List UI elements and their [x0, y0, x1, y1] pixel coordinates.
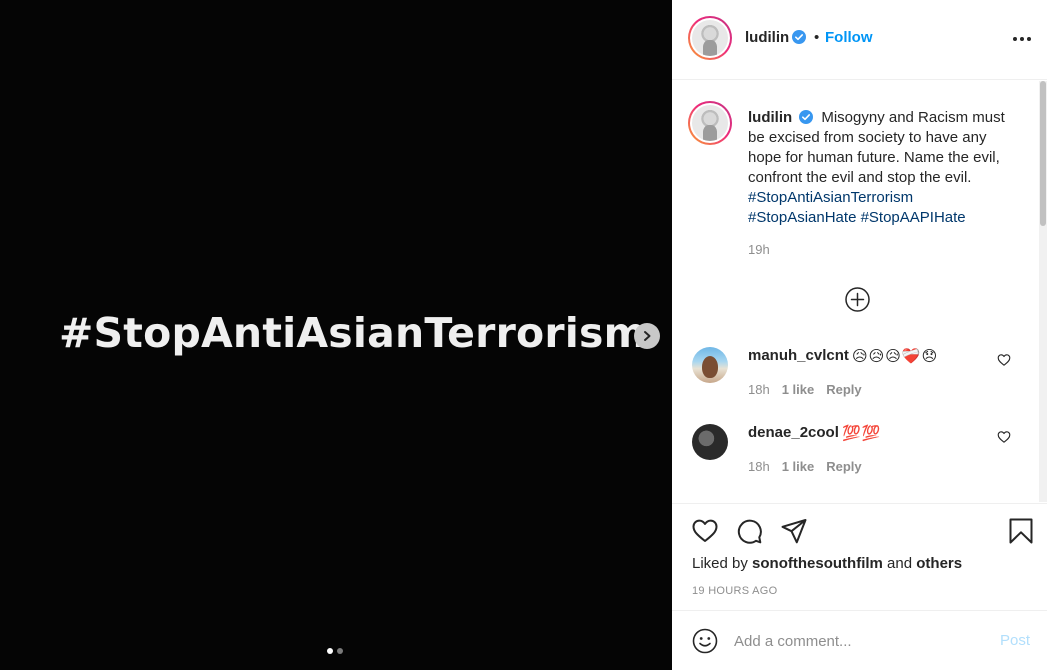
comment-username[interactable]: denae_2cool: [748, 424, 839, 441]
comment-likes[interactable]: 1 like: [782, 382, 815, 397]
author-username-row: ludilin: [745, 29, 807, 47]
comment-likes[interactable]: 1 like: [782, 459, 815, 474]
header-separator: •: [814, 29, 820, 46]
commenter-avatar[interactable]: [692, 424, 728, 460]
emoji-smiley-icon[interactable]: [692, 628, 718, 654]
reply-button[interactable]: Reply: [826, 382, 861, 397]
follow-button[interactable]: Follow: [825, 29, 873, 46]
load-more-comments-icon[interactable]: [844, 286, 871, 313]
slide-dot-active: [327, 648, 333, 654]
chevron-right-icon: [644, 331, 651, 341]
comment-meta: 18h 1 like Reply: [748, 459, 862, 474]
verified-badge-icon: [799, 110, 814, 124]
more-dot: [1020, 37, 1024, 41]
more-dot: [1027, 37, 1031, 41]
comment-bubble-icon[interactable]: [735, 517, 763, 545]
post-caption: ludilin Misogyny and Racism must be exci…: [748, 108, 1016, 228]
more-dot: [1013, 37, 1017, 41]
like-comment-heart-icon[interactable]: [997, 430, 1011, 444]
post-timestamp[interactable]: 19 HOURS AGO: [692, 585, 778, 597]
slide-indicator: [327, 648, 343, 654]
post-comment-button[interactable]: Post: [1000, 632, 1030, 649]
comment-time[interactable]: 18h: [748, 382, 770, 397]
comment-text: 💯💯: [842, 425, 882, 442]
author-username[interactable]: ludilin: [745, 29, 789, 46]
caption-username[interactable]: ludilin: [748, 109, 792, 126]
comment-item: manuh_cvlcnt 😥😥😥❤️‍🩹😞 18h 1 like Reply: [672, 347, 1047, 417]
hashtag-link[interactable]: #StopAntiAsianTerrorism: [748, 189, 913, 206]
caption-timestamp[interactable]: 19h: [748, 242, 770, 257]
comment-meta: 18h 1 like Reply: [748, 382, 862, 397]
verified-badge-icon: [792, 30, 807, 44]
add-comment-bar: Post: [672, 610, 1047, 670]
hashtag-link[interactable]: #StopAsianHate: [748, 209, 856, 226]
post-actions: Liked by sonofthesouthfilm and others 19…: [672, 503, 1047, 610]
like-heart-icon[interactable]: [691, 517, 719, 545]
share-send-icon[interactable]: [780, 517, 808, 545]
comments-scroll-area[interactable]: ludilin Misogyny and Racism must be exci…: [672, 81, 1047, 502]
comment-item: denae_2cool 💯💯 18h 1 like Reply: [672, 424, 1047, 494]
save-bookmark-icon[interactable]: [1007, 517, 1035, 545]
liked-by-others[interactable]: others: [916, 555, 962, 572]
author-avatar[interactable]: [688, 16, 732, 60]
post-details-panel: ludilin • Follow ludilin Misogyny and Ra…: [672, 0, 1047, 670]
media-overlay-text: #StopAntiAsianTerrorism: [59, 309, 647, 357]
scrollbar-thumb[interactable]: [1040, 81, 1046, 226]
post-header: ludilin • Follow: [672, 0, 1047, 80]
comment-time[interactable]: 18h: [748, 459, 770, 474]
hashtag-link[interactable]: #StopAAPIHate: [861, 209, 966, 226]
like-comment-heart-icon[interactable]: [997, 353, 1011, 367]
comment-username[interactable]: manuh_cvlcnt: [748, 347, 849, 364]
reply-button[interactable]: Reply: [826, 459, 861, 474]
comment-input[interactable]: [734, 629, 994, 653]
liked-by-user[interactable]: sonofthesouthfilm: [752, 555, 883, 572]
commenter-avatar[interactable]: [692, 347, 728, 383]
post-media[interactable]: #StopAntiAsianTerrorism: [0, 0, 672, 670]
comment-text: 😥😥😥❤️‍🩹😞: [852, 348, 939, 365]
comments-scrollbar[interactable]: [1039, 81, 1047, 502]
slide-dot: [337, 648, 343, 654]
more-options-button[interactable]: [1013, 37, 1031, 41]
next-slide-button[interactable]: [634, 323, 660, 349]
liked-by-summary: Liked by sonofthesouthfilm and others: [692, 555, 962, 572]
caption-author-avatar[interactable]: [688, 101, 732, 145]
liked-by-prefix: Liked by: [692, 555, 748, 572]
liked-by-conjunction: and: [887, 555, 913, 572]
